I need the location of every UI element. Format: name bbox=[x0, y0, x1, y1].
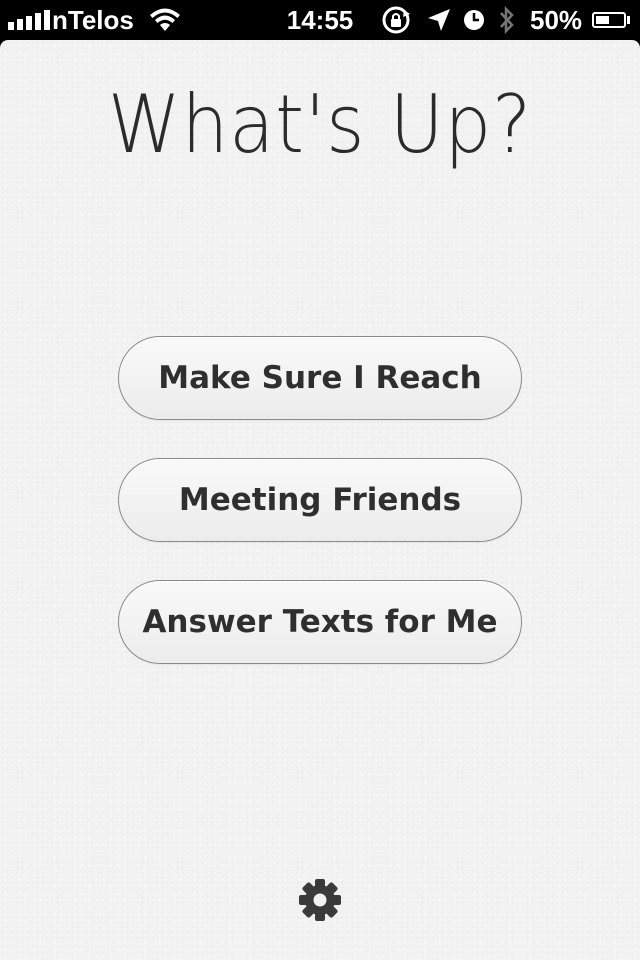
location-arrow-icon bbox=[426, 0, 452, 40]
meeting-friends-button[interactable]: Meeting Friends bbox=[118, 458, 522, 542]
rotation-lock-icon bbox=[380, 0, 412, 40]
answer-texts-for-me-button[interactable]: Answer Texts for Me bbox=[118, 580, 522, 664]
app-content: What's Up? Make Sure I Reach Meeting Fri… bbox=[0, 40, 640, 960]
battery-icon bbox=[592, 0, 630, 40]
status-bar: nTelos 14:55 50% bbox=[0, 0, 640, 40]
battery-percentage: 50% bbox=[530, 5, 583, 35]
make-sure-i-reach-button[interactable]: Make Sure I Reach bbox=[118, 336, 522, 420]
phone-screen: nTelos 14:55 50% What's Up? Make Sure I … bbox=[0, 0, 640, 960]
app-title: What's Up? bbox=[107, 78, 533, 171]
alarm-icon bbox=[462, 0, 486, 40]
gear-icon[interactable] bbox=[296, 876, 344, 924]
bluetooth-icon bbox=[498, 0, 516, 40]
